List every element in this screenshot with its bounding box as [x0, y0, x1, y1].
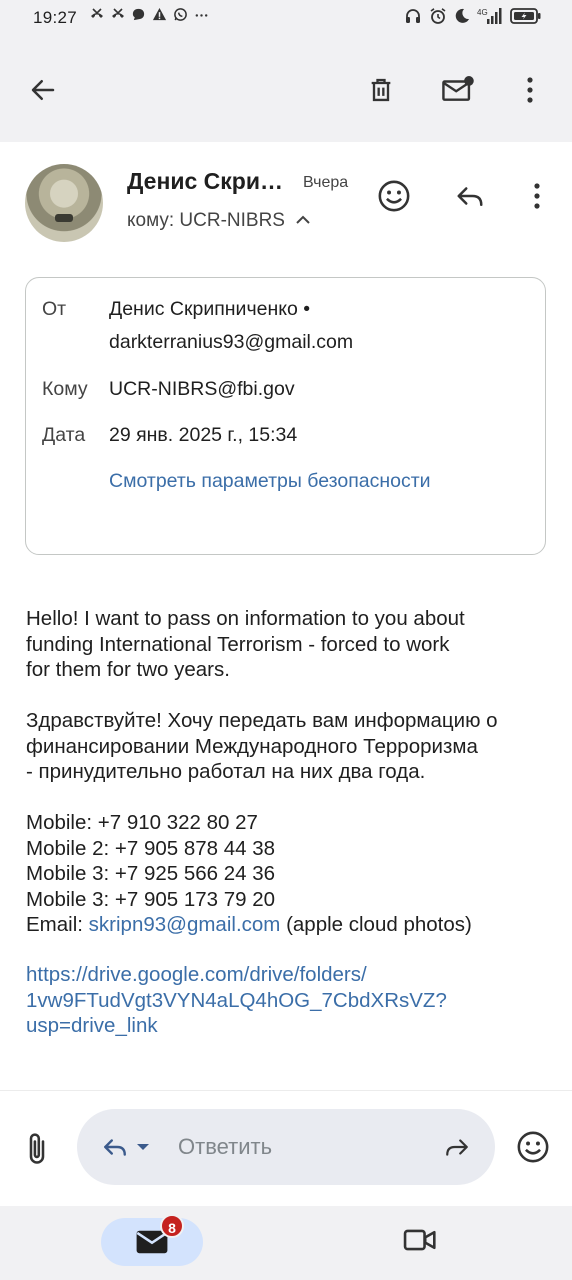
- system-icons: 4G: [404, 7, 542, 30]
- email-line: Email: skripn93@gmail.com (apple cloud p…: [26, 912, 556, 938]
- message-icon: [130, 7, 147, 26]
- video-camera-icon: [403, 1227, 437, 1258]
- date-value: 29 янв. 2025 г., 15:34: [109, 424, 298, 446]
- body-line: финансировании Международного Терроризма: [26, 734, 478, 758]
- message-details-card: От Денис Скрипниченко • darkterranius93@…: [25, 277, 546, 555]
- status-time: 19:27: [33, 8, 78, 27]
- reply-icon[interactable]: [448, 174, 492, 218]
- emoji-react-icon[interactable]: [372, 174, 416, 218]
- email-link[interactable]: skripn93@gmail.com: [89, 913, 281, 936]
- delete-icon[interactable]: [359, 68, 403, 112]
- drive-link[interactable]: https://drive.google.com/drive/folders/ …: [26, 962, 556, 1039]
- more-vert-icon[interactable]: [508, 68, 552, 112]
- from-name: Денис Скрипниченко •: [109, 298, 311, 320]
- mobile-line: Mobile: +7 910 322 80 27: [26, 811, 258, 834]
- bottom-navigation: 8: [0, 1206, 572, 1280]
- reply-placeholder: Ответить: [178, 1134, 273, 1159]
- attach-icon[interactable]: [15, 1127, 59, 1171]
- body-line: Здравствуйте! Хочу передать вам информац…: [26, 709, 498, 732]
- drive-link-line[interactable]: https://drive.google.com/drive/folders/: [26, 962, 556, 988]
- more-dots-icon: [193, 7, 210, 26]
- back-arrow-icon[interactable]: [21, 68, 65, 112]
- from-email[interactable]: darkterranius93@gmail.com: [109, 331, 353, 354]
- unread-count-badge: 8: [160, 1214, 184, 1238]
- missed-call-icon: [88, 6, 105, 26]
- recipient-line: кому: UCR-NIBRS: [127, 210, 285, 231]
- email-note: (apple cloud photos): [280, 913, 472, 937]
- email-label: Email:: [26, 913, 89, 937]
- emoji-icon[interactable]: [511, 1125, 555, 1169]
- message-body-russian: Здравствуйте! Хочу передать вам информац…: [26, 708, 556, 785]
- reply-composer: Ответить: [0, 1090, 572, 1206]
- message-date-short: Вчера: [303, 174, 349, 191]
- alarm-icon: [429, 7, 447, 30]
- recipient-toggle[interactable]: кому: UCR-NIBRS: [127, 210, 311, 232]
- headphones-icon: [404, 7, 422, 30]
- mobile-line: Mobile 3: +7 925 566 24 36: [26, 862, 276, 886]
- battery-icon: [510, 7, 542, 30]
- date-label: Дата: [42, 424, 86, 446]
- body-line: funding International Terrorism - forced…: [26, 632, 450, 656]
- from-label: От: [42, 298, 67, 320]
- body-line: - принудительно работал на них два года.: [26, 760, 426, 784]
- alert-icon: [151, 7, 168, 26]
- nav-meet-tab[interactable]: [398, 1220, 442, 1264]
- notification-icons: [88, 6, 210, 26]
- message-view: Денис Скри… Вчера кому: UCR-NIBRS От Ден…: [0, 142, 572, 1090]
- status-bar: 19:27 4G: [0, 0, 572, 38]
- whatsapp-icon: [172, 7, 189, 26]
- drive-link-line[interactable]: usp=drive_link: [26, 1013, 556, 1039]
- top-app-bar: [0, 38, 572, 142]
- to-value[interactable]: UCR-NIBRS@fbi.gov: [109, 378, 295, 401]
- reply-input[interactable]: Ответить: [77, 1109, 495, 1185]
- mobile-line: Mobile 3: +7 905 173 79 20: [26, 887, 276, 911]
- nav-mail-tab[interactable]: [101, 1218, 203, 1266]
- mark-unread-icon[interactable]: [436, 68, 480, 112]
- security-details-link[interactable]: Смотреть параметры безопасности: [109, 470, 431, 493]
- signal-4g-icon: 4G: [477, 7, 503, 30]
- sender-name[interactable]: Денис Скри…: [127, 168, 283, 195]
- mobile-line: Mobile 2: +7 905 878 44 38: [26, 836, 276, 860]
- contact-list: Mobile: +7 910 322 80 27 Mobile 2: +7 90…: [26, 810, 556, 938]
- body-line: for them for two years.: [26, 658, 230, 682]
- chevron-up-icon: [295, 210, 311, 232]
- avatar[interactable]: [25, 164, 103, 242]
- message-body-english: Hello! I want to pass on information to …: [26, 606, 556, 683]
- missed-call-icon: [109, 6, 126, 26]
- svg-text:4G: 4G: [477, 8, 488, 17]
- do-not-disturb-moon-icon: [454, 8, 470, 29]
- forward-icon[interactable]: [435, 1125, 479, 1169]
- reply-mode-dropdown-icon[interactable]: [131, 1125, 155, 1169]
- message-more-vert-icon[interactable]: [515, 174, 559, 218]
- body-line: Hello! I want to pass on information to …: [26, 607, 465, 630]
- to-label: Кому: [42, 378, 88, 400]
- drive-link-line[interactable]: 1vw9FTudVgt3VYN4aLQ4hOG_7CbdXRsVZ?: [26, 988, 556, 1014]
